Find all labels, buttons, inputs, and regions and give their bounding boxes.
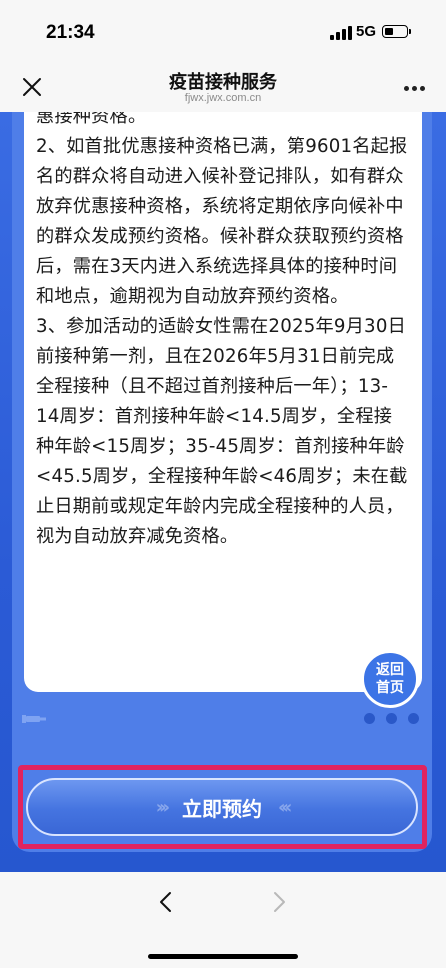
- carousel-dots: [364, 713, 424, 725]
- back-home-label-2: 首页: [376, 680, 404, 696]
- more-icon[interactable]: [404, 86, 426, 92]
- page-domain: fjwx.jwx.com.cn: [184, 92, 262, 104]
- signal-icon: [330, 26, 352, 40]
- notice-card: 惠接种资格。 2、如首批优惠接种资格已满，第9601名起报名的群众将自动进入候补…: [24, 112, 422, 692]
- back-home-button[interactable]: 返回 首页: [361, 650, 419, 708]
- browser-toolbar: [0, 872, 446, 968]
- nav-bar: 疫苗接种服务 fjwx.jwx.com.cn: [0, 64, 446, 112]
- back-arrow-icon[interactable]: [157, 891, 175, 913]
- network-label: 5G: [356, 23, 377, 40]
- home-indicator: [148, 954, 298, 959]
- status-time: 21:34: [46, 22, 95, 43]
- content-area: 惠接种资格。 2、如首批优惠接种资格已满，第9601名起报名的群众将自动进入候补…: [0, 112, 446, 872]
- syringe-icon: [22, 715, 46, 723]
- highlight-box: [18, 765, 427, 849]
- status-bar: 21:34 5G: [0, 0, 446, 64]
- page-title: 疫苗接种服务: [169, 72, 277, 93]
- back-home-label-1: 返回: [376, 662, 404, 678]
- notice-text: 惠接种资格。 2、如首批优惠接种资格已满，第9601名起报名的群众将自动进入候补…: [36, 112, 408, 547]
- forward-arrow-icon[interactable]: [270, 891, 288, 913]
- battery-icon: [382, 25, 411, 38]
